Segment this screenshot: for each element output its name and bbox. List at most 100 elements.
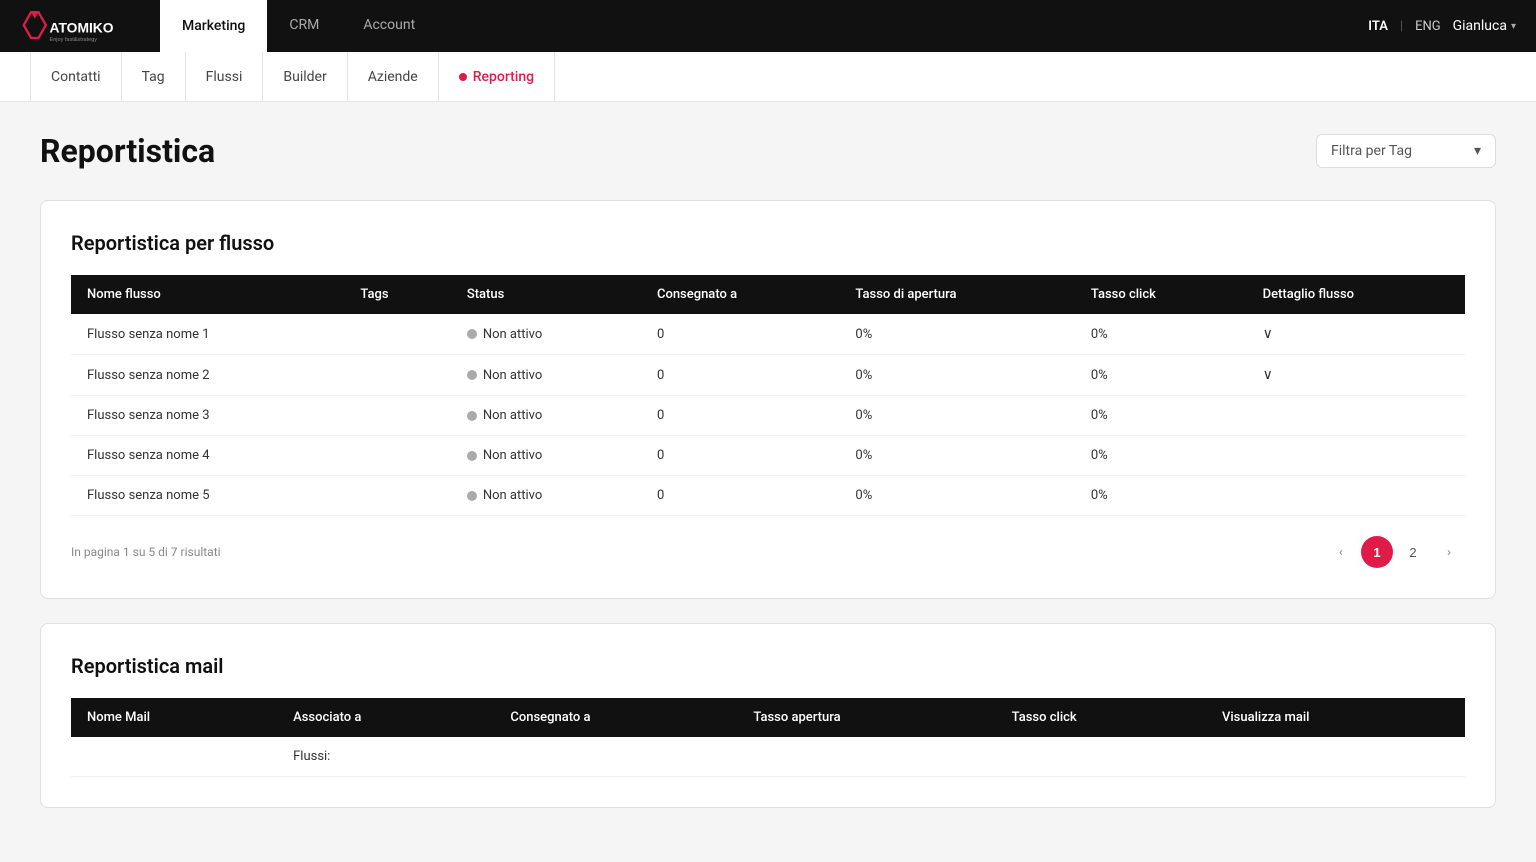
flusso-click: 0%: [1075, 436, 1247, 476]
chevron-down-icon[interactable]: ∨: [1263, 367, 1273, 383]
pagination-page-2[interactable]: 2: [1397, 536, 1429, 568]
mail-visualizza: [1206, 737, 1465, 777]
col-apertura: Tasso di apertura: [839, 275, 1074, 314]
page-header: Reportistica Filtra per Tag ▾: [40, 132, 1496, 170]
flusso-dettaglio: [1247, 396, 1465, 436]
mail-section-title: Reportistica mail: [71, 654, 1465, 678]
reporting-dot-icon: [459, 73, 467, 81]
pagination-info: In pagina 1 su 5 di 7 risultati: [71, 545, 221, 559]
flusso-apertura: 0%: [839, 476, 1074, 516]
flusso-table-row: Flusso senza nome 2 Non attivo 0 0% 0% ∨: [71, 355, 1465, 396]
col-nome-mail: Nome Mail: [71, 698, 277, 737]
flusso-dettaglio: [1247, 476, 1465, 516]
flusso-dettaglio: [1247, 436, 1465, 476]
col-click: Tasso click: [1075, 275, 1247, 314]
pagination-page-1[interactable]: 1: [1361, 536, 1393, 568]
status-dot-icon: [467, 411, 477, 421]
flusso-table-card: Reportistica per flusso Nome flusso Tags…: [40, 200, 1496, 599]
nav-tabs: Marketing CRM Account: [160, 0, 437, 52]
chevron-down-icon[interactable]: ∨: [1263, 326, 1273, 342]
nav-tab-account[interactable]: Account: [341, 0, 437, 52]
user-menu[interactable]: Gianluca ▾: [1453, 18, 1516, 34]
mail-table-card: Reportistica mail Nome Mail Associato a …: [40, 623, 1496, 808]
nav-contatti[interactable]: Contatti: [30, 52, 122, 102]
col-status: Status: [451, 275, 641, 314]
status-label: Non attivo: [483, 488, 542, 503]
flusso-table-row: Flusso senza nome 1 Non attivo 0 0% 0% ∨: [71, 314, 1465, 355]
flusso-apertura: 0%: [839, 436, 1074, 476]
flusso-tags: [344, 476, 450, 516]
status-label: Non attivo: [483, 327, 542, 342]
page-content: Reportistica Filtra per Tag ▾ Reportisti…: [0, 102, 1536, 862]
user-name: Gianluca: [1453, 18, 1507, 34]
chevron-down-icon: ▾: [1511, 21, 1516, 32]
pagination-next[interactable]: ›: [1433, 536, 1465, 568]
nav-tag[interactable]: Tag: [122, 52, 186, 102]
filter-tag-dropdown[interactable]: Filtra per Tag ▾: [1316, 134, 1496, 168]
flusso-nome: Flusso senza nome 2: [71, 355, 344, 396]
svg-text:ATOMIKO: ATOMIKO: [50, 19, 114, 35]
nav-reporting[interactable]: Reporting: [439, 52, 555, 102]
flusso-consegnato: 0: [641, 396, 839, 436]
page-title: Reportistica: [40, 132, 215, 170]
mail-nome: [71, 737, 277, 777]
status-label: Non attivo: [483, 408, 542, 423]
nav-reporting-label: Reporting: [473, 69, 534, 85]
col-visualizza: Visualizza mail: [1206, 698, 1465, 737]
svg-text:Enjoy fast&strategy: Enjoy fast&strategy: [50, 37, 98, 43]
col-dettaglio: Dettaglio flusso: [1247, 275, 1465, 314]
top-navigation: ATOMIKO Enjoy fast&strategy Marketing CR…: [0, 0, 1536, 52]
flusso-status: Non attivo: [451, 396, 641, 436]
flusso-consegnato: 0: [641, 314, 839, 355]
flusso-tags: [344, 396, 450, 436]
pagination-prev[interactable]: ‹: [1325, 536, 1357, 568]
flusso-consegnato: 0: [641, 436, 839, 476]
nav-tab-marketing[interactable]: Marketing: [160, 0, 267, 52]
status-label: Non attivo: [483, 448, 542, 463]
chevron-down-icon: ▾: [1474, 143, 1481, 159]
col-associato: Associato a: [277, 698, 494, 737]
flusso-tags: [344, 436, 450, 476]
flusso-table-row: Flusso senza nome 4 Non attivo 0 0% 0%: [71, 436, 1465, 476]
flusso-click: 0%: [1075, 314, 1247, 355]
nav-tab-crm[interactable]: CRM: [267, 0, 341, 52]
col-tasso-apertura: Tasso apertura: [737, 698, 995, 737]
nav-builder[interactable]: Builder: [263, 52, 347, 102]
flusso-nome: Flusso senza nome 5: [71, 476, 344, 516]
flusso-consegnato: 0: [641, 355, 839, 396]
mail-consegnato: [494, 737, 737, 777]
mail-click: [996, 737, 1206, 777]
lang-eng[interactable]: ENG: [1415, 19, 1441, 34]
flusso-apertura: 0%: [839, 314, 1074, 355]
col-consegnato-mail: Consegnato a: [494, 698, 737, 737]
flusso-nome: Flusso senza nome 4: [71, 436, 344, 476]
flusso-dettaglio[interactable]: ∨: [1247, 355, 1465, 396]
nav-right: ITA | ENG Gianluca ▾: [1368, 18, 1516, 34]
pagination-row: In pagina 1 su 5 di 7 risultati ‹ 1 2 ›: [71, 536, 1465, 568]
flusso-status: Non attivo: [451, 314, 641, 355]
flusso-click: 0%: [1075, 396, 1247, 436]
flusso-tags: [344, 355, 450, 396]
flusso-table: Nome flusso Tags Status Consegnato a Tas…: [71, 275, 1465, 516]
flusso-table-header: Nome flusso Tags Status Consegnato a Tas…: [71, 275, 1465, 314]
col-consegnato: Consegnato a: [641, 275, 839, 314]
flusso-status: Non attivo: [451, 476, 641, 516]
logo[interactable]: ATOMIKO Enjoy fast&strategy: [20, 8, 140, 44]
flusso-section-title: Reportistica per flusso: [71, 231, 1465, 255]
col-nome-flusso: Nome flusso: [71, 275, 344, 314]
flusso-consegnato: 0: [641, 476, 839, 516]
lang-ita[interactable]: ITA: [1368, 19, 1388, 34]
flusso-table-row: Flusso senza nome 3 Non attivo 0 0% 0%: [71, 396, 1465, 436]
col-tasso-click: Tasso click: [996, 698, 1206, 737]
nav-aziende[interactable]: Aziende: [348, 52, 439, 102]
flusso-nome: Flusso senza nome 3: [71, 396, 344, 436]
mail-table: Nome Mail Associato a Consegnato a Tasso…: [71, 698, 1465, 777]
col-tags: Tags: [344, 275, 450, 314]
filter-tag-label: Filtra per Tag: [1331, 143, 1412, 159]
nav-left: ATOMIKO Enjoy fast&strategy Marketing CR…: [20, 0, 437, 52]
flusso-dettaglio[interactable]: ∨: [1247, 314, 1465, 355]
flusso-tags: [344, 314, 450, 355]
nav-flussi[interactable]: Flussi: [186, 52, 264, 102]
flusso-click: 0%: [1075, 355, 1247, 396]
flusso-apertura: 0%: [839, 396, 1074, 436]
